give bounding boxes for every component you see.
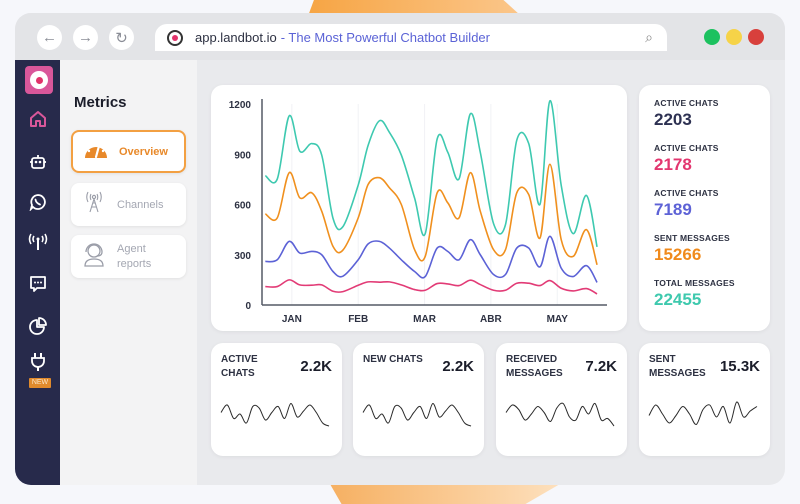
line-chart-card: JAN FEB MAR ABR MAY 0 300 600 900 1200 <box>211 85 627 331</box>
metrics-panel: Metrics Overview Channels Agent reports <box>60 60 197 485</box>
stat-value: 2203 <box>654 110 692 129</box>
mini-card-new-chats: NEW CHATS 2.2K <box>353 343 484 456</box>
sparkline-path <box>220 403 330 427</box>
sparkline <box>648 401 758 425</box>
url-host: app.landbot.io <box>195 30 277 45</box>
mini-card-active-chats: ACTIVE CHATS 2.2K <box>211 343 342 456</box>
x-tick-label: ABR <box>480 314 502 325</box>
stat-value: 2178 <box>654 155 692 174</box>
mini-card-label: ACTIVE CHATS <box>221 354 258 379</box>
x-tick-label: JAN <box>282 314 302 325</box>
menu-item-label: Channels <box>117 198 164 211</box>
mini-card-label: NEW CHATS <box>363 354 423 365</box>
sparkline <box>362 403 472 427</box>
whatsapp-icon[interactable] <box>15 193 60 216</box>
mini-card-received-messages: RECEIVED MESSAGES 7.2K <box>496 343 627 456</box>
mini-card-label: SENT MESSAGES <box>649 354 706 379</box>
y-tick-label: 1200 <box>229 100 252 111</box>
y-tick-label: 900 <box>234 150 251 161</box>
stat-label: TOTAL MESSAGES <box>654 278 735 288</box>
antenna-icon <box>81 191 107 219</box>
reload-button[interactable]: ↻ <box>109 25 134 50</box>
new-badge: NEW <box>29 378 51 388</box>
sparkline-path <box>505 402 615 427</box>
y-tick-label: 0 <box>245 301 251 312</box>
gauge-icon <box>83 138 109 166</box>
x-tick-label: MAY <box>547 314 569 325</box>
menu-item-label: Overview <box>119 145 168 158</box>
reload-icon: ↻ <box>115 29 128 47</box>
mini-card-label: RECEIVED MESSAGES <box>506 354 563 379</box>
sidebar: NEW <box>15 60 60 485</box>
menu-item-channels[interactable]: Channels <box>71 183 186 226</box>
mini-card-sent-messages: SENT MESSAGES 15.3K <box>639 343 770 456</box>
stat-value: 22455 <box>654 290 702 309</box>
decorative-shape-bottom <box>330 484 560 504</box>
home-icon[interactable] <box>15 110 60 133</box>
browser-window: ← → ↻ app.landbot.io - The Most Powerful… <box>15 13 785 485</box>
mini-card-value: 7.2K <box>585 358 617 375</box>
x-tick-label: MAR <box>413 314 437 325</box>
window-dot-green[interactable] <box>704 29 720 45</box>
broadcast-icon[interactable] <box>15 233 60 256</box>
sparkline-path <box>648 401 758 425</box>
arrow-right-icon: → <box>78 29 93 46</box>
window-dot-yellow[interactable] <box>726 29 742 45</box>
forward-button[interactable]: → <box>73 25 98 50</box>
window-dot-red[interactable] <box>748 29 764 45</box>
stat-label: ACTIVE CHATS <box>654 143 719 153</box>
mini-card-value: 15.3K <box>719 358 760 375</box>
headset-icon <box>81 241 107 273</box>
mini-card-value: 2.2K <box>300 358 332 375</box>
stat-label: SENT MESSAGES <box>654 233 730 243</box>
metrics-heading: Metrics <box>74 94 127 111</box>
menu-item-agent-reports[interactable]: Agent reports <box>71 235 186 278</box>
landbot-logo[interactable] <box>25 66 53 94</box>
analytics-pie-icon[interactable] <box>15 317 60 340</box>
series-line-orange <box>264 163 598 266</box>
stat-value: 7189 <box>654 200 692 219</box>
arrow-left-icon: ← <box>42 29 57 46</box>
plug-icon[interactable] <box>15 352 60 377</box>
sparkline <box>220 403 330 427</box>
stat-value: 15266 <box>654 245 702 264</box>
series-line-blue <box>265 235 598 283</box>
chat-icon[interactable] <box>15 275 60 298</box>
x-tick-label: FEB <box>348 314 368 325</box>
stats-summary-card: ACTIVE CHATS 2203 ACTIVE CHATS 2178 ACTIVE C… <box>639 85 770 331</box>
mini-card-value: 2.2K <box>442 358 474 375</box>
stat-label: ACTIVE CHATS <box>654 188 719 198</box>
page-title: - The Most Powerful Chatbot Builder <box>280 30 490 45</box>
line-chart: JAN FEB MAR ABR MAY 0 300 600 900 1200 <box>229 99 607 325</box>
browser-toolbar: ← → ↻ app.landbot.io - The Most Powerful… <box>15 13 785 60</box>
sparkline <box>505 402 615 427</box>
stat-label: ACTIVE CHATS <box>654 98 719 108</box>
address-bar[interactable]: app.landbot.io - The Most Powerful Chatb… <box>155 24 667 51</box>
series-line-pink <box>265 279 598 295</box>
back-button[interactable]: ← <box>37 25 62 50</box>
menu-item-label: Agent reports <box>117 242 152 270</box>
y-tick-label: 300 <box>234 251 251 262</box>
search-icon[interactable]: ⌕ <box>645 29 653 46</box>
y-tick-label: 600 <box>234 201 251 212</box>
landbot-favicon-icon <box>167 29 183 46</box>
bot-icon[interactable] <box>15 153 60 176</box>
menu-item-overview[interactable]: Overview <box>71 130 186 173</box>
sparkline-path <box>362 403 472 427</box>
